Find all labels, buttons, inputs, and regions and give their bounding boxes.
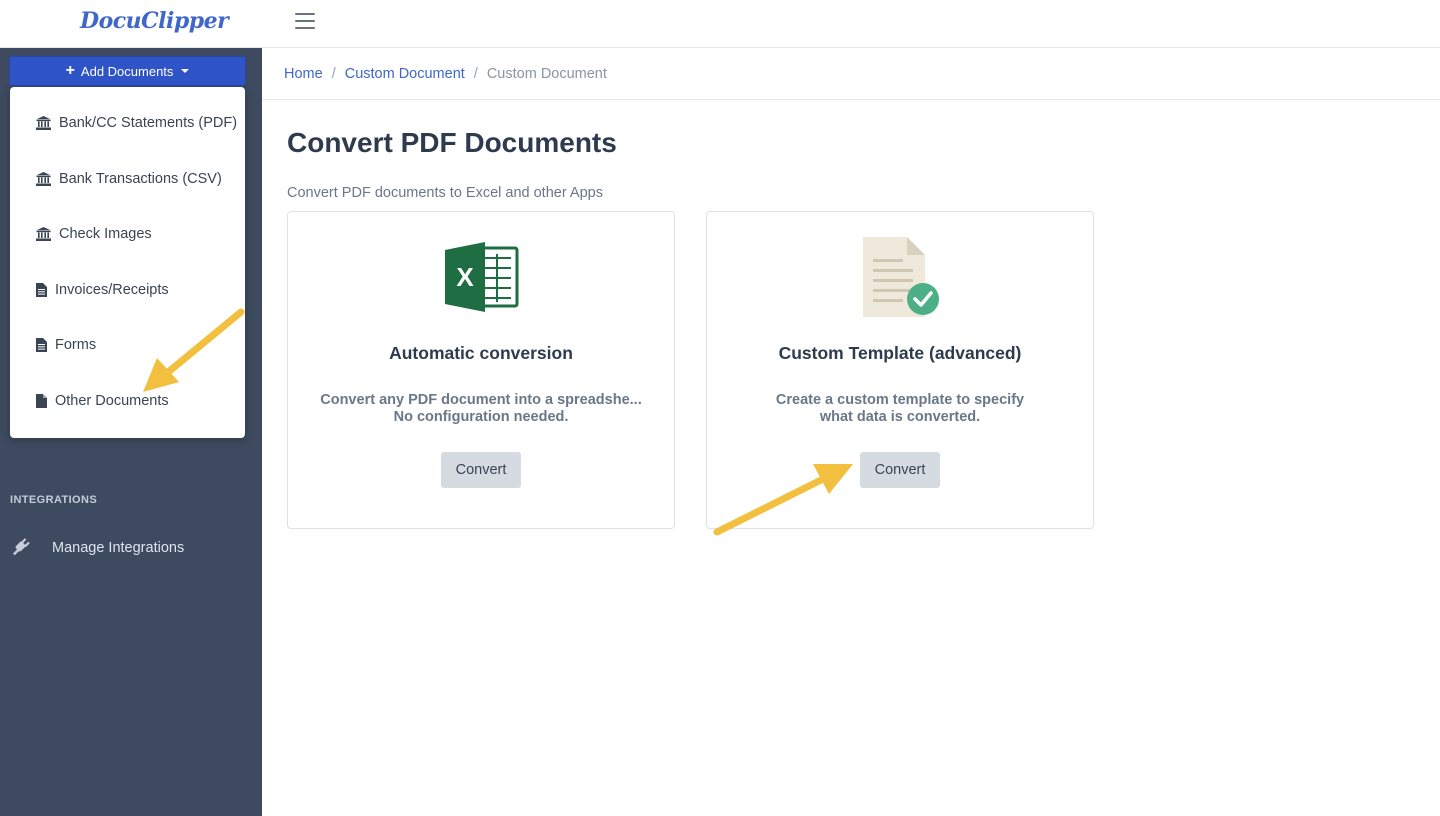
dropdown-item-invoices-receipts[interactable]: Invoices/Receipts — [35, 278, 169, 302]
automatic-convert-button[interactable]: Convert — [441, 452, 521, 488]
dropdown-item-label: Forms — [55, 337, 97, 353]
custom-template-card: Custom Template (advanced) Create a cust… — [706, 211, 1094, 529]
breadcrumb: Home / Custom Document / Custom Document — [262, 48, 1440, 100]
dropdown-item-check-images[interactable]: Check Images — [35, 222, 152, 246]
document-check-icon — [863, 237, 943, 324]
app-logo[interactable]: DocuClipper — [80, 8, 229, 34]
manage-integrations-link[interactable]: Manage Integrations — [12, 536, 184, 560]
dropdown-item-label: Bank/CC Statements (PDF) — [59, 115, 238, 131]
integrations-section-label: INTEGRATIONS — [10, 494, 98, 506]
custom-template-convert-button[interactable]: Convert — [860, 452, 940, 488]
card-description-line: Create a custom template to specify — [775, 392, 1025, 408]
dropdown-item-bank-statements[interactable]: Bank/CC Statements (PDF) — [35, 111, 237, 135]
bank-icon — [35, 116, 51, 130]
manage-integrations-label: Manage Integrations — [52, 540, 185, 556]
breadcrumb-custom-document-link[interactable]: Custom Document — [345, 66, 465, 82]
breadcrumb-current: Custom Document — [486, 65, 607, 82]
dropdown-item-other-documents[interactable]: Other Documents — [35, 389, 169, 413]
plus-icon: + — [65, 62, 75, 79]
caret-down-icon — [181, 69, 190, 73]
page-title: Convert PDF Documents — [287, 127, 617, 158]
card-title: Automatic conversion — [389, 343, 573, 363]
dropdown-item-label: Bank Transactions (CSV) — [59, 171, 222, 187]
breadcrumb-separator: / — [331, 65, 336, 82]
card-description: Convert any PDF document into a spreadsh… — [308, 392, 654, 426]
card-description-line: No configuration needed. — [393, 409, 569, 425]
add-documents-dropdown: Bank/CC Statements (PDF) Bank Transactio… — [10, 87, 245, 438]
page-subtitle: Convert PDF documents to Excel and other… — [287, 185, 603, 201]
plug-icon — [12, 536, 32, 560]
dropdown-item-label: Other Documents — [55, 393, 169, 409]
dropdown-item-label: Invoices/Receipts — [55, 282, 169, 298]
hamburger-menu-icon[interactable] — [295, 13, 315, 29]
card-title: Custom Template (advanced) — [778, 343, 1022, 363]
card-description: Create a custom template to specify what… — [727, 392, 1073, 426]
file-icon — [35, 394, 47, 408]
dropdown-item-forms[interactable]: Forms — [35, 333, 96, 357]
svg-text:X: X — [456, 262, 474, 292]
document-icon — [35, 283, 47, 297]
automatic-conversion-card: X Automatic conversion Convert any PDF d… — [287, 211, 675, 529]
add-documents-button[interactable]: + Add Documents — [9, 56, 246, 86]
document-icon — [35, 338, 47, 352]
bank-icon — [35, 172, 51, 186]
breadcrumb-home-link[interactable]: Home — [284, 66, 323, 82]
card-description-line: what data is converted. — [819, 409, 981, 425]
bank-icon — [35, 227, 51, 241]
dropdown-item-bank-transactions[interactable]: Bank Transactions (CSV) — [35, 167, 222, 191]
top-bar: DocuClipper — [0, 0, 1440, 48]
breadcrumb-separator: / — [473, 65, 478, 82]
card-description-line: Convert any PDF document into a spreadsh… — [320, 392, 642, 408]
excel-icon: X — [445, 242, 519, 317]
add-documents-label: Add Documents — [80, 63, 174, 79]
dropdown-item-label: Check Images — [59, 226, 152, 242]
